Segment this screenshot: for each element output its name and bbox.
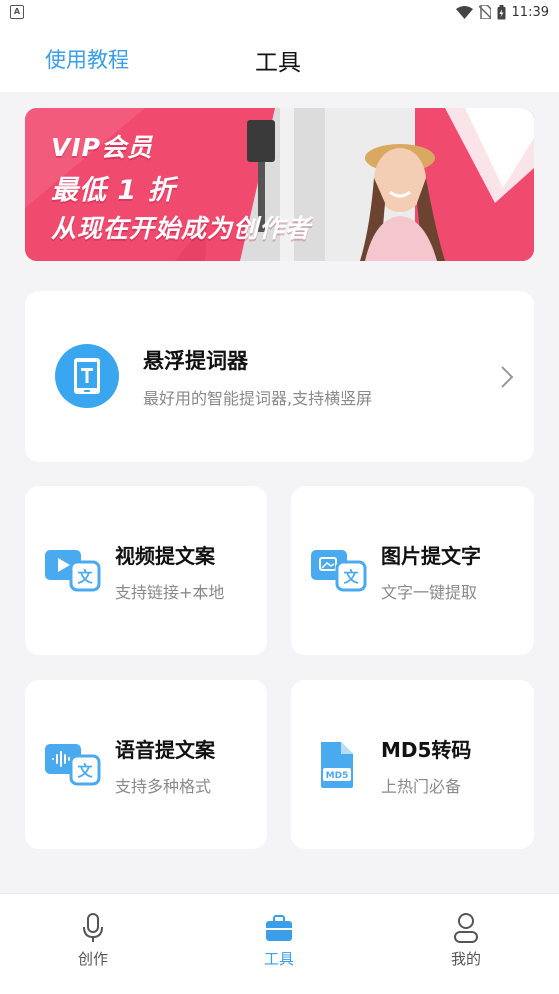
- image-to-text-title: 图片提文字: [381, 544, 481, 568]
- md5-subtitle: 上热门必备: [381, 777, 462, 796]
- chevron-right-icon: [501, 366, 514, 388]
- video-to-text-title: 视频提文案: [115, 544, 215, 568]
- banner-line-3: 从现在开始成为创作者: [51, 214, 312, 243]
- user-icon: [454, 913, 478, 943]
- svg-text:文: 文: [343, 568, 359, 586]
- image-to-text-card[interactable]: 文 图片提文字 文字一键提取: [291, 486, 534, 655]
- no-sim-icon: [478, 5, 491, 19]
- tab-tools-label: 工具: [263, 950, 294, 968]
- video-to-text-subtitle: 支持链接+本地: [115, 583, 225, 602]
- status-bar: A 11:39: [0, 0, 559, 24]
- banner-line-1: VIP会员: [51, 133, 153, 162]
- teleprompter-icon: [55, 344, 119, 408]
- audio-to-text-card[interactable]: 文 语音提文案 支持多种格式: [25, 680, 267, 849]
- audio-to-text-title: 语音提文案: [115, 738, 215, 762]
- md5-card[interactable]: MD5 MD5转码 上热门必备: [291, 680, 534, 849]
- vip-banner[interactable]: VIP会员 最低 1 折 从现在开始成为创作者: [25, 108, 534, 261]
- app-header: 使用教程 工具: [0, 24, 559, 92]
- audio-to-text-icon: 文: [45, 744, 101, 786]
- wifi-icon: [455, 5, 473, 19]
- image-to-text-subtitle: 文字一键提取: [381, 583, 478, 602]
- svg-text:文: 文: [77, 762, 93, 780]
- md5-file-icon: MD5: [321, 742, 353, 788]
- teleprompter-card[interactable]: 悬浮提词器 最好用的智能提词器,支持横竖屏: [25, 291, 534, 462]
- tab-tools[interactable]: 工具: [219, 912, 339, 969]
- md5-title: MD5转码: [381, 738, 472, 762]
- status-time: 11:39: [511, 4, 549, 20]
- tutorial-link[interactable]: 使用教程: [45, 44, 129, 74]
- banner-line-2: 最低 1 折: [51, 175, 176, 206]
- microphone-icon: [83, 913, 103, 942]
- tab-mine-label: 我的: [450, 950, 481, 968]
- tab-mine[interactable]: 我的: [406, 912, 526, 969]
- video-to-text-card[interactable]: 文 视频提文案 支持链接+本地: [25, 486, 267, 655]
- svg-text:MD5: MD5: [326, 771, 349, 781]
- teleprompter-subtitle: 最好用的智能提词器,支持横竖屏: [143, 389, 373, 408]
- notification-a-icon: A: [10, 5, 24, 19]
- audio-to-text-subtitle: 支持多种格式: [115, 777, 212, 796]
- bottom-tab-bar: 创作 工具 我的: [0, 893, 559, 994]
- tab-create[interactable]: 创作: [33, 912, 153, 969]
- toolbox-icon: [266, 915, 292, 941]
- battery-icon: [497, 4, 506, 19]
- svg-text:文: 文: [77, 568, 93, 586]
- image-to-text-icon: 文: [311, 550, 367, 592]
- video-to-text-icon: 文: [45, 550, 101, 592]
- page-title: 工具: [255, 50, 301, 76]
- tab-create-label: 创作: [77, 950, 108, 968]
- teleprompter-title: 悬浮提词器: [143, 349, 248, 373]
